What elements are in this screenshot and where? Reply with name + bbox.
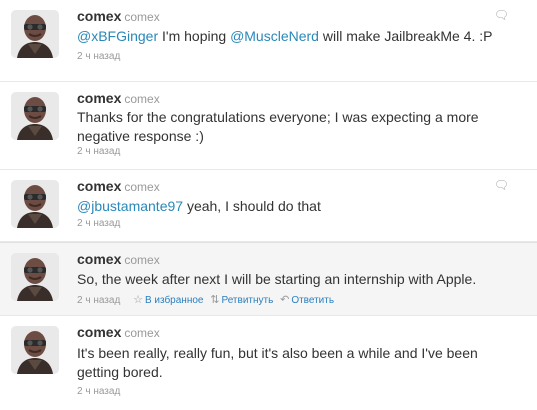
reply-arrow-icon: ↶ <box>280 294 290 306</box>
speech-bubble-icon[interactable]: 🗨 <box>494 8 509 22</box>
tweet-header: comex comex <box>77 178 160 196</box>
tweet-meta: 2 ч назад <box>77 386 120 397</box>
tweet-header: comex comex <box>77 8 160 26</box>
retweet-icon: ⇅ <box>210 294 220 306</box>
speech-bubble-icon[interactable]: 🗨 <box>494 178 509 192</box>
tweet-meta: 2 ч назад <box>77 51 120 62</box>
tweet-text: @jbustamante97 yeah, I should do that <box>77 197 517 216</box>
user-name[interactable]: comex <box>77 178 121 194</box>
tweet-text: So, the week after next I will be starti… <box>77 270 517 289</box>
timestamp[interactable]: 2 ч назад <box>77 218 120 229</box>
favorite-button[interactable]: ☆ В избранное <box>133 294 204 306</box>
user-handle[interactable]: comex <box>124 326 159 340</box>
reply-label: Ответить <box>291 295 335 306</box>
tweet[interactable]: comex comex Thanks for the congratulation… <box>0 82 537 170</box>
tweet-meta: 2 ч назад ☆ В избранное ⇅ Ретвитнуть ↶ Отве… <box>77 293 334 306</box>
mention-link[interactable]: @jbustamante97 <box>77 198 183 214</box>
tweet-text: It's been really, really fun, but it's a… <box>77 344 517 382</box>
avatar[interactable] <box>11 10 59 58</box>
reply-button[interactable]: ↶ Ответить <box>280 294 335 306</box>
text-segment: It's been really, really fun, but it's a… <box>77 345 478 380</box>
timestamp[interactable]: 2 ч назад <box>77 51 120 62</box>
text-segment: yeah, I should do that <box>183 198 321 214</box>
tweet-header: comex comex <box>77 251 160 269</box>
user-name[interactable]: comex <box>77 251 121 267</box>
avatar[interactable] <box>11 92 59 140</box>
user-handle[interactable]: comex <box>124 92 159 106</box>
tweet[interactable]: comex comex @xBFGinger I'm hoping @Muscle… <box>0 0 537 82</box>
tweet-meta: 2 ч назад <box>77 146 120 157</box>
tweet-header: comex comex <box>77 324 160 342</box>
user-handle[interactable]: comex <box>124 180 159 194</box>
tweet-meta: 2 ч назад <box>77 218 120 229</box>
mention-link[interactable]: @xBFGinger <box>77 28 158 44</box>
timestamp[interactable]: 2 ч назад <box>77 386 120 397</box>
tweet-text: Thanks for the congratulations everyone;… <box>77 108 517 146</box>
retweet-label: Ретвитнуть <box>221 295 274 306</box>
avatar[interactable] <box>11 326 59 374</box>
timestamp[interactable]: 2 ч назад <box>77 146 120 157</box>
tweet-actions: ☆ В избранное ⇅ Ретвитнуть ↶ Ответить <box>129 293 334 306</box>
user-name[interactable]: comex <box>77 8 121 24</box>
tweet-text: @xBFGinger I'm hoping @MuscleNerd will m… <box>77 27 517 46</box>
text-segment: So, the week after next I will be starti… <box>77 271 477 287</box>
user-handle[interactable]: comex <box>124 253 159 267</box>
tweet[interactable]: comex comex So, the week after next I wil… <box>0 242 537 316</box>
star-icon: ☆ <box>133 294 143 306</box>
tweet-feed: comex comex @xBFGinger I'm hoping @Muscle… <box>0 0 537 410</box>
text-segment: will make JailbreakMe 4. :P <box>318 28 493 44</box>
tweet[interactable]: comex comex @jbustamante97 yeah, I should… <box>0 170 537 242</box>
tweet[interactable]: comex comex It's been really, really fun,… <box>0 316 537 410</box>
favorite-label: В избранное <box>144 295 204 306</box>
user-name[interactable]: comex <box>77 324 121 340</box>
avatar[interactable] <box>11 253 59 301</box>
tweet-header: comex comex <box>77 90 160 108</box>
text-segment: I'm hoping <box>158 28 231 44</box>
timestamp[interactable]: 2 ч назад <box>77 295 120 306</box>
user-handle[interactable]: comex <box>124 10 159 24</box>
text-segment: Thanks for the congratulations everyone;… <box>77 109 479 144</box>
user-name[interactable]: comex <box>77 90 121 106</box>
retweet-button[interactable]: ⇅ Ретвитнуть <box>210 294 274 306</box>
avatar[interactable] <box>11 180 59 228</box>
mention-link[interactable]: @MuscleNerd <box>230 28 319 44</box>
